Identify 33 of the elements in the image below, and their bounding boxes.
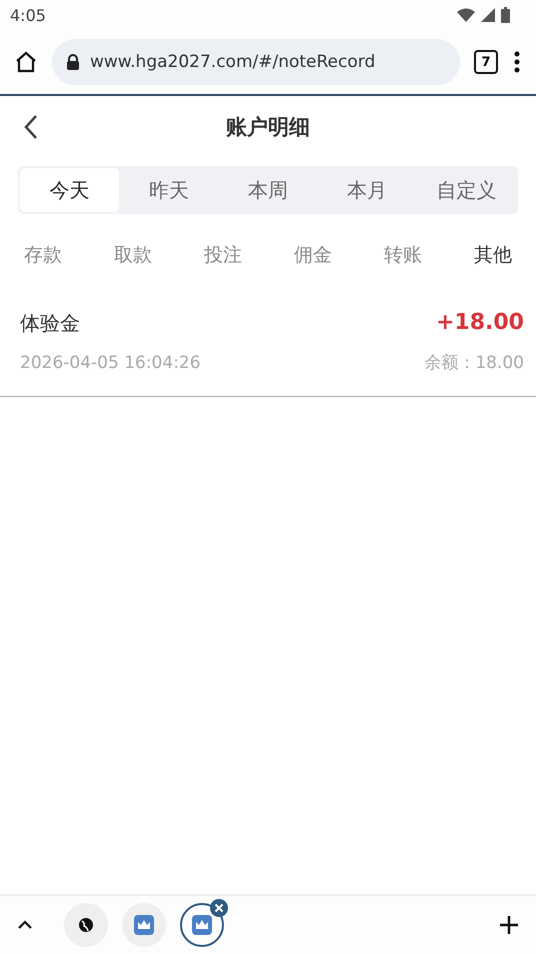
record-name: 体验金: [20, 310, 80, 337]
address-bar[interactable]: www.hga2027.com/#/noteRecord: [52, 39, 460, 85]
type-tab[interactable]: 其他: [474, 242, 512, 268]
page-title: 账户明细: [226, 114, 310, 141]
plus-icon[interactable]: [500, 916, 518, 934]
period-tab[interactable]: 自定义: [416, 168, 516, 212]
record-balance: 余额：18.00: [424, 352, 524, 374]
lock-icon: [66, 54, 80, 70]
browser-tab[interactable]: [64, 903, 108, 947]
type-tab[interactable]: 存款: [24, 242, 62, 268]
home-icon[interactable]: [14, 50, 38, 74]
crown-icon: [192, 915, 212, 935]
globe-icon: [78, 917, 94, 933]
crown-icon: [134, 915, 154, 935]
caret-up-icon[interactable]: [18, 920, 32, 930]
type-tab[interactable]: 转账: [384, 242, 422, 268]
period-tab[interactable]: 本月: [318, 168, 417, 212]
signal-icon: [481, 8, 495, 22]
status-time: 4:05: [10, 6, 46, 24]
type-tab[interactable]: 佣金: [294, 242, 332, 268]
period-tab[interactable]: 今天: [20, 168, 120, 212]
battery-icon: [501, 7, 510, 23]
close-icon[interactable]: [210, 899, 228, 917]
record-time: 2026-04-05 16:04:26: [20, 353, 201, 373]
type-tab[interactable]: 取款: [114, 242, 152, 268]
type-tab[interactable]: 投注: [204, 242, 242, 268]
period-tab[interactable]: 本周: [218, 168, 318, 212]
record-amount: +18.00: [436, 310, 524, 335]
period-tab[interactable]: 昨天: [119, 168, 218, 212]
wifi-icon: [457, 8, 475, 22]
tab-count-button[interactable]: 7: [474, 50, 498, 74]
back-icon[interactable]: [24, 114, 38, 140]
more-icon[interactable]: [512, 51, 522, 73]
